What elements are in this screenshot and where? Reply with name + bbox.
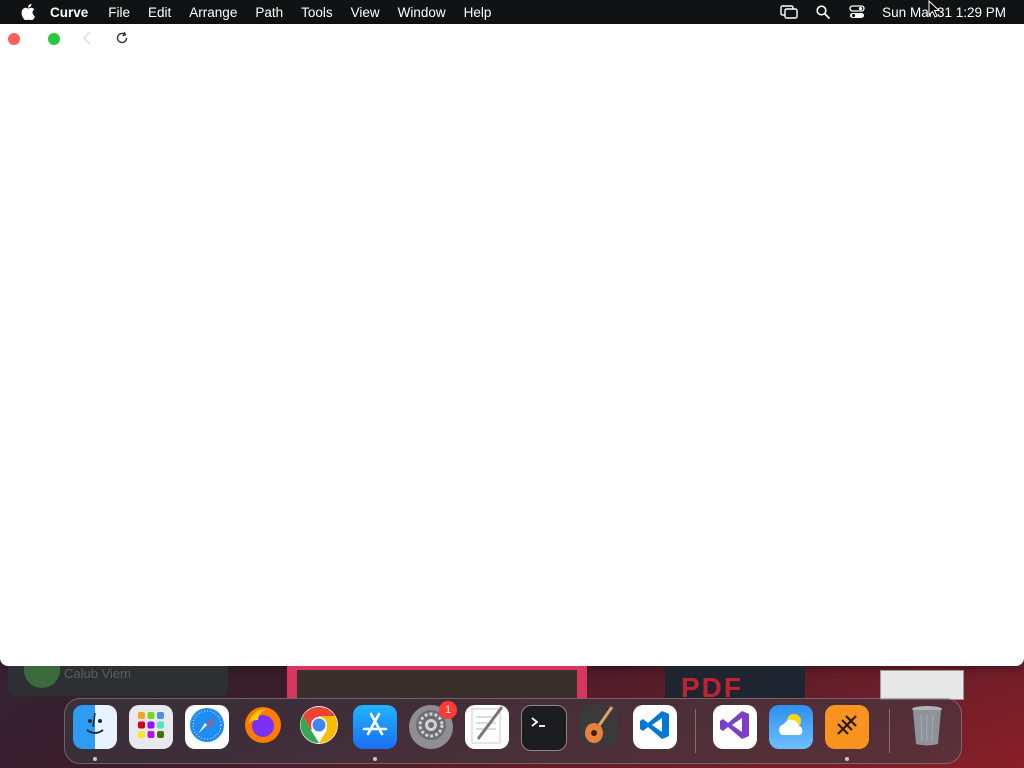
apple-menu-icon[interactable]: [18, 2, 38, 22]
dock-trash[interactable]: [905, 705, 949, 749]
weather-icon: [774, 711, 808, 744]
menu-file[interactable]: File: [108, 5, 130, 20]
dock-finder[interactable]: [73, 705, 117, 761]
menu-path[interactable]: Path: [255, 5, 283, 20]
canvas-area[interactable]: [0, 54, 1024, 666]
vscode-icon: [638, 708, 672, 747]
dock: 1: [64, 698, 962, 764]
textedit-icon: [468, 705, 506, 750]
dock-launchpad[interactable]: [129, 705, 173, 749]
dock-safari[interactable]: [185, 705, 229, 749]
app-store-icon: [360, 710, 390, 745]
background-thumbnail-video: [287, 666, 587, 698]
reload-icon[interactable]: [114, 30, 132, 48]
visual-studio-icon: [718, 708, 752, 747]
menu-bar: Curve File Edit Arrange Path Tools View …: [0, 0, 1024, 24]
mouse-cursor-icon: [928, 0, 941, 18]
app-name-menu[interactable]: Curve: [50, 5, 88, 20]
firefox-icon: [242, 704, 284, 751]
control-center-icon[interactable]: [848, 3, 866, 21]
menu-tools[interactable]: Tools: [301, 5, 333, 20]
back-icon[interactable]: [82, 31, 96, 47]
background-thumbnail-doc: [880, 670, 964, 700]
background-window-text: Calub Viem: [64, 666, 131, 681]
trash-icon: [909, 703, 945, 752]
background-avatar: [24, 666, 60, 688]
menu-view[interactable]: View: [351, 5, 380, 20]
menu-arrange[interactable]: Arrange: [189, 5, 237, 20]
background-thumbnail-pdf: PDF: [665, 666, 805, 703]
menu-edit[interactable]: Edit: [148, 5, 171, 20]
app-window: [0, 24, 1024, 666]
search-icon[interactable]: [814, 3, 832, 21]
dock-separator: [695, 709, 696, 753]
dock-separator: [889, 709, 890, 753]
dock-weather[interactable]: [769, 705, 813, 749]
dock-textedit[interactable]: [465, 705, 509, 749]
garageband-icon: [578, 703, 620, 752]
dock-terminal[interactable]: [521, 705, 567, 751]
menu-help[interactable]: Help: [464, 5, 492, 20]
dock-firefox[interactable]: [241, 705, 285, 749]
curve-icon: [833, 711, 861, 744]
menu-bar-clock[interactable]: Sun Mar 31 1:29 PM: [882, 5, 1006, 20]
chrome-icon: [298, 704, 340, 751]
dock-garageband[interactable]: [577, 703, 621, 752]
notification-badge: 1: [439, 701, 457, 719]
dock-system-preferences[interactable]: 1: [409, 701, 457, 749]
launchpad-icon: [135, 709, 167, 746]
screen-mirroring-icon[interactable]: [780, 3, 798, 21]
terminal-icon: [528, 712, 560, 745]
window-zoom-button[interactable]: [48, 33, 60, 45]
dock-chrome[interactable]: [297, 705, 341, 749]
dock-app-store[interactable]: [353, 705, 397, 761]
background-window-left: Calub Viem: [8, 666, 228, 696]
safari-icon: [188, 706, 226, 749]
dock-vscode[interactable]: [633, 705, 677, 749]
dock-visual-studio[interactable]: [713, 705, 757, 749]
menu-window[interactable]: Window: [398, 5, 446, 20]
dock-curve[interactable]: [825, 705, 869, 761]
window-close-button[interactable]: [8, 33, 20, 45]
finder-icon: [79, 709, 111, 746]
